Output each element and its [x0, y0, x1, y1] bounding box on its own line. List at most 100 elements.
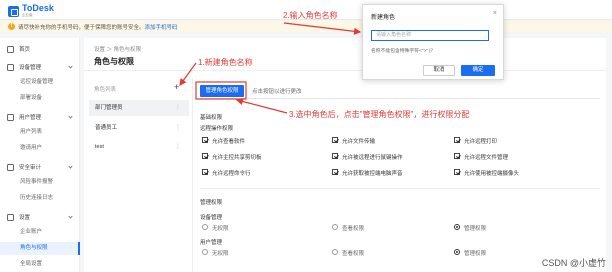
- chevron-down-icon: [68, 114, 73, 119]
- sidebar-item-label: 用户管理: [19, 115, 42, 121]
- new-role-dialog: 新建角色 × 请输入角色名称 名称不能包含特殊字符<">" |？ 取消 确定: [362, 4, 504, 80]
- device-radio-view[interactable]: [332, 224, 338, 230]
- permission-label: 允许远程打印: [464, 139, 498, 145]
- permission-checkbox[interactable]: [332, 169, 338, 175]
- group-device-management: 设备管理: [200, 215, 223, 221]
- permission-checkbox[interactable]: [202, 137, 208, 143]
- confirm-button[interactable]: 确定: [461, 65, 495, 76]
- annotation-step2: 2.输入角色名称: [283, 11, 338, 20]
- radio-label: 无权限: [212, 226, 229, 232]
- role-item[interactable]: test ⋮: [89, 139, 189, 155]
- divider: [200, 188, 600, 189]
- add-phone-link[interactable]: 添加手机号码: [145, 25, 178, 31]
- section-basic-permissions: 基础权限: [200, 115, 223, 121]
- permission-label: 允许远程文件管理: [464, 155, 509, 161]
- sidebar-sub-deploy-devices[interactable]: 部署设备: [0, 92, 80, 105]
- role-list-header: 角色列表: [94, 87, 117, 93]
- permission-label: 允许查看软件: [212, 139, 246, 145]
- logo-subtitle: 企业版: [22, 13, 33, 17]
- sidebar-sub-invite-users[interactable]: 邀请用户: [0, 142, 80, 155]
- permission-label: 允许主控共享剪切板: [212, 155, 262, 161]
- sidebar-item-settings[interactable]: 设置: [0, 210, 80, 224]
- chevron-down-icon: [68, 64, 73, 69]
- device-radio-manage[interactable]: [454, 224, 460, 230]
- permission-label: 允许被远程进行鼠键操作: [342, 155, 403, 161]
- sidebar-item-users[interactable]: 用户管理: [0, 110, 80, 124]
- dialog-hint: 名称不能包含特殊字符<">" |？: [371, 49, 436, 54]
- tab-underline: [200, 98, 600, 99]
- permission-checkbox[interactable]: [202, 153, 208, 159]
- permission-label: 允许使用被控端摄像头: [464, 171, 520, 177]
- sidebar-sub-enterprise-account[interactable]: 企业账户: [0, 226, 80, 239]
- permission-checkbox[interactable]: [454, 169, 460, 175]
- sidebar-item-home[interactable]: 首页: [0, 42, 80, 56]
- permission-checkbox[interactable]: [454, 137, 460, 143]
- sidebar-sub-roles-permissions[interactable]: 角色与权限: [0, 242, 80, 255]
- tab-manage-role-permissions[interactable]: 管理角色权限: [200, 85, 244, 97]
- logo[interactable]: ToDesk 企业版: [8, 4, 54, 18]
- annotation-step3: 3.选中角色后，点击"管理角色权限"，进行权限分配: [289, 110, 470, 119]
- role-name-input[interactable]: 请输入角色名称: [371, 30, 489, 41]
- device-radio-none[interactable]: [202, 224, 208, 230]
- breadcrumb: 设置 ＞ 角色与权限: [94, 47, 142, 53]
- cancel-button[interactable]: 取消: [423, 65, 455, 76]
- permission-label: 允许远程命令行: [212, 171, 251, 177]
- sidebar-item-label: 设置: [19, 215, 31, 221]
- radio-label: 无权限: [212, 251, 229, 257]
- group-remote-operation: 远程操作权限: [200, 126, 234, 132]
- user-radio-manage[interactable]: [454, 249, 460, 255]
- dialog-title: 新建角色: [371, 15, 396, 21]
- radio-label: 管理权限: [464, 251, 487, 257]
- home-icon: [7, 45, 14, 53]
- sidebar-item-label: 首页: [19, 47, 31, 53]
- chevron-down-icon: [68, 164, 73, 169]
- sidebar-sub-global-settings[interactable]: 全局设置: [0, 258, 80, 271]
- role-label: 部门管理员: [95, 105, 123, 111]
- radio-label: 管理权限: [464, 226, 487, 232]
- role-item[interactable]: 普通员工 ⋮: [89, 120, 189, 136]
- role-label: 普通员工: [95, 125, 118, 131]
- tab-hint[interactable]: 点击按钮以进行更改: [252, 87, 302, 95]
- todesk-logo-icon: [8, 5, 19, 17]
- more-icon[interactable]: ⋮: [175, 139, 181, 155]
- gear-icon: [7, 213, 14, 221]
- sidebar-item-label: 设备管理: [19, 65, 42, 71]
- annotation-step1: 1.新建角色名称: [198, 58, 253, 67]
- sidebar-item-devices[interactable]: 设备管理: [0, 60, 80, 74]
- sidebar-sub-user-list[interactable]: 用户列表: [0, 126, 80, 139]
- more-icon[interactable]: ⋮: [175, 120, 181, 136]
- group-user-management: 用户管理: [200, 240, 223, 246]
- user-radio-none[interactable]: [202, 249, 208, 255]
- notice-bar: ! 请尽快补充你的手机号码，便于保障您的账号安全。添加手机号码: [0, 21, 612, 32]
- radio-label: 查看权限: [342, 251, 365, 257]
- sidebar-sub-risk-alerts[interactable]: 风险事件报警: [0, 176, 80, 189]
- section-management-permissions: 管理权限: [200, 200, 223, 206]
- shield-icon: [7, 163, 14, 171]
- sidebar: 首页 设备管理 远控设备管理 部署设备 用户管理 用户列表 邀请用户 安全审计 …: [0, 38, 80, 272]
- add-role-button[interactable]: +: [174, 82, 179, 92]
- permission-checkbox[interactable]: [202, 169, 208, 175]
- watermark: CSDN @小虚竹: [541, 258, 606, 268]
- divider: [84, 70, 606, 71]
- sidebar-item-security[interactable]: 安全审计: [0, 160, 80, 174]
- permission-label: 允许文件传输: [342, 139, 376, 145]
- main-content: 设置 ＞ 角色与权限 角色与权限 角色列表 + 部门管理员 ⋮ 普通员工 ⋮ t…: [84, 38, 606, 272]
- more-icon[interactable]: ⋮: [175, 100, 181, 116]
- user-radio-view[interactable]: [332, 249, 338, 255]
- warning-icon: !: [8, 23, 15, 30]
- permission-checkbox[interactable]: [454, 153, 460, 159]
- permission-checkbox[interactable]: [332, 137, 338, 143]
- notice-text: 请尽快补充你的手机号码，便于保障您的账号安全。: [18, 25, 145, 31]
- sidebar-sub-remote-devices[interactable]: 远控设备管理: [0, 76, 80, 89]
- permission-checkbox[interactable]: [332, 153, 338, 159]
- monitor-icon: [7, 63, 14, 71]
- permission-label: 允许获取被控端电脑声音: [342, 171, 403, 177]
- sidebar-item-label: 安全审计: [19, 165, 42, 171]
- chevron-down-icon: [68, 214, 73, 219]
- page-title: 角色与权限: [94, 57, 134, 66]
- close-icon[interactable]: ×: [493, 10, 497, 17]
- column-divider: [192, 78, 193, 272]
- sidebar-sub-connection-logs[interactable]: 历史连接日志: [0, 192, 80, 205]
- role-label: test: [95, 144, 104, 150]
- role-item[interactable]: 部门管理员 ⋮: [89, 100, 189, 116]
